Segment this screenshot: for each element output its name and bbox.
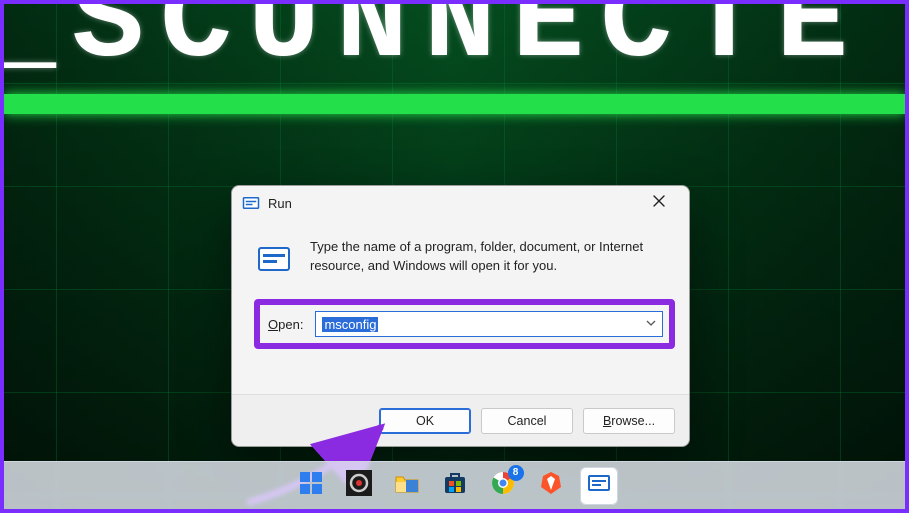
close-icon xyxy=(653,194,665,212)
folder-icon xyxy=(394,470,420,501)
chrome-badge: 8 xyxy=(508,465,524,481)
run-large-icon xyxy=(257,242,291,281)
run-title-icon xyxy=(242,194,260,212)
taskbar-brave[interactable] xyxy=(532,467,570,505)
taskbar-file-explorer[interactable] xyxy=(388,467,426,505)
browse-button[interactable]: Browse... xyxy=(583,408,675,434)
taskbar-microsoft-store[interactable] xyxy=(436,467,474,505)
taskbar-app-obs[interactable] xyxy=(340,467,378,505)
taskbar-run-app[interactable] xyxy=(580,467,618,505)
close-button[interactable] xyxy=(639,189,679,217)
taskbar[interactable]: 8 xyxy=(4,461,905,509)
start-button[interactable] xyxy=(292,467,330,505)
button-row: OK Cancel Browse... xyxy=(232,394,689,446)
brave-icon xyxy=(538,470,564,501)
run-taskbar-icon xyxy=(586,470,612,501)
ok-button[interactable]: OK xyxy=(379,408,471,434)
wallpaper-text: _SCUNNECTE xyxy=(4,4,905,92)
run-body-icon-wrap xyxy=(254,238,294,281)
dialog-body: Type the name of a program, folder, docu… xyxy=(232,220,689,281)
taskbar-chrome[interactable]: 8 xyxy=(484,467,522,505)
run-dialog: Run Type the name of a program, folder, … xyxy=(231,185,690,447)
wallpaper-accent-bar xyxy=(4,94,905,114)
cancel-button[interactable]: Cancel xyxy=(481,408,573,434)
obs-icon xyxy=(346,470,372,501)
open-input-value[interactable]: msconfig xyxy=(322,317,378,332)
store-icon xyxy=(442,470,468,501)
open-row-highlight: Open: msconfig xyxy=(254,299,675,349)
titlebar[interactable]: Run xyxy=(232,186,689,220)
chevron-down-icon[interactable] xyxy=(646,315,656,333)
windows-logo-icon xyxy=(298,470,324,501)
open-combobox[interactable]: msconfig xyxy=(315,311,663,337)
dialog-description: Type the name of a program, folder, docu… xyxy=(310,238,667,281)
title-text: Run xyxy=(268,196,639,211)
open-label: Open: xyxy=(268,317,303,332)
